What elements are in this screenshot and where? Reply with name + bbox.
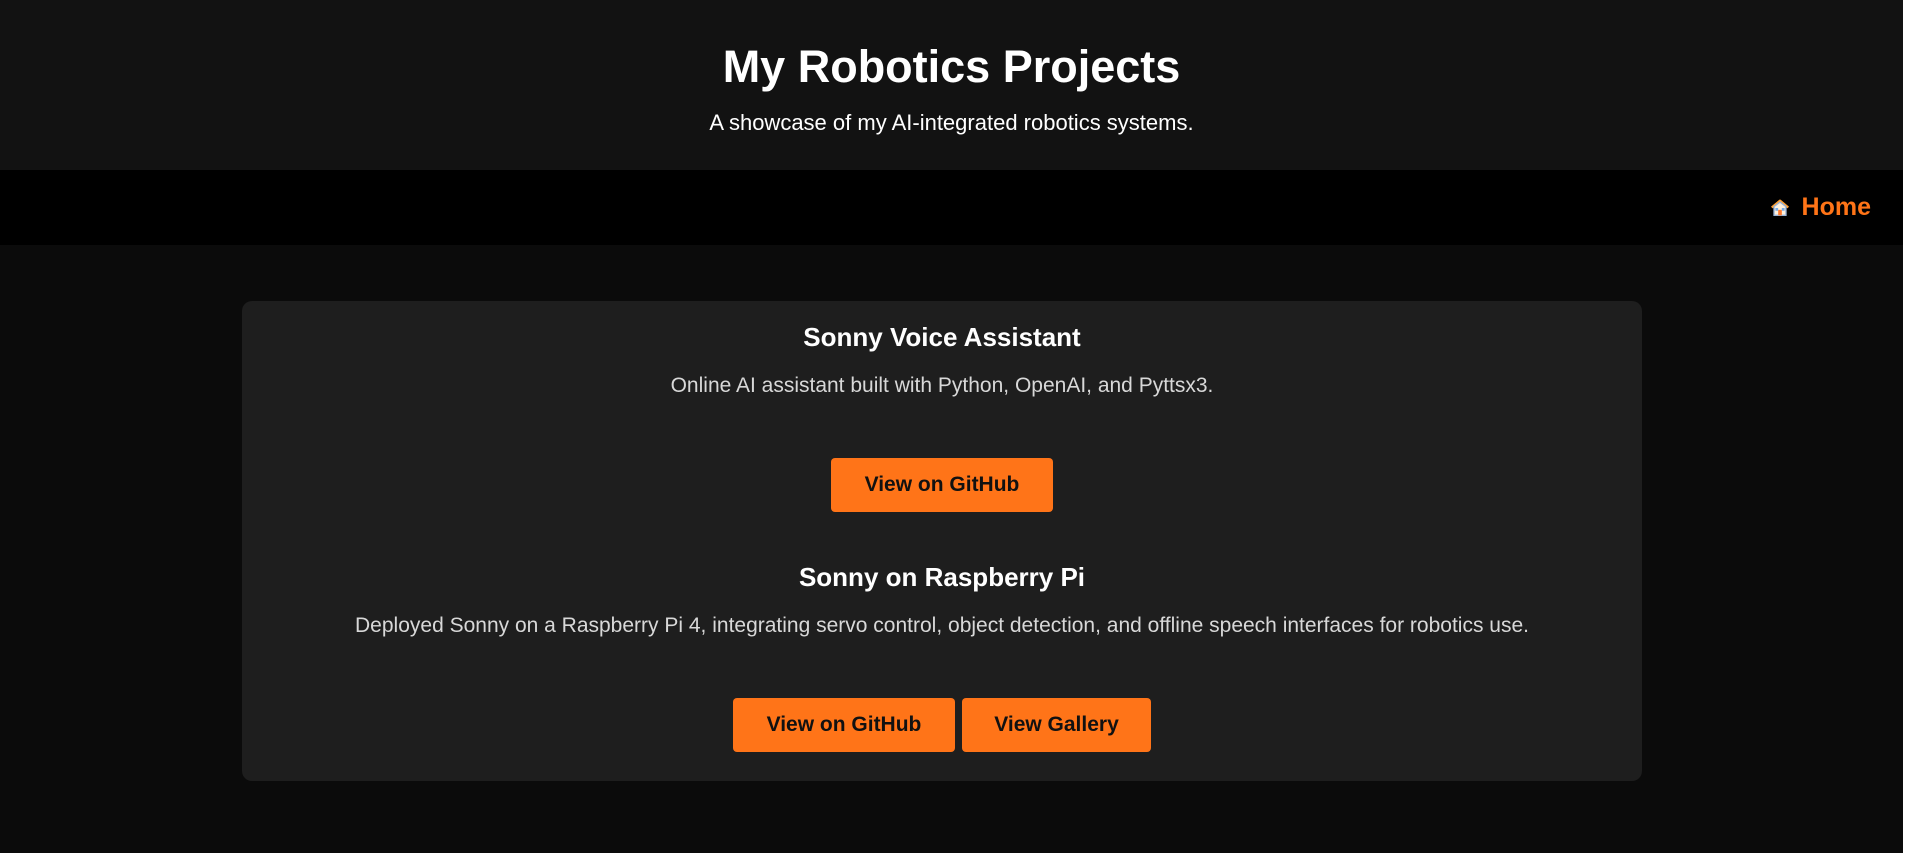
project-button-row: View on GitHub View Gallery xyxy=(242,698,1642,752)
page-subtitle: A showcase of my AI-integrated robotics … xyxy=(709,110,1194,135)
page-title: My Robotics Projects xyxy=(722,41,1181,92)
view-on-github-button[interactable]: View on GitHub xyxy=(733,698,955,752)
house-icon xyxy=(1768,196,1792,220)
robotics-projects-page: My Robotics Projects A showcase of my AI… xyxy=(0,0,1903,853)
project-card-sonny-voice-assistant: Sonny Voice Assistant Online AI assistan… xyxy=(242,321,1642,512)
view-on-github-button[interactable]: View on GitHub xyxy=(831,458,1053,512)
view-gallery-button[interactable]: View Gallery xyxy=(962,698,1151,752)
vertical-scrollbar[interactable] xyxy=(1903,0,1910,853)
project-title: Sonny on Raspberry Pi xyxy=(798,562,1086,592)
page-header: My Robotics Projects A showcase of my AI… xyxy=(0,0,1903,170)
home-link-label: Home xyxy=(1801,193,1871,221)
home-link[interactable]: Home xyxy=(1768,170,1871,245)
project-description: Deployed Sonny on a Raspberry Pi 4, inte… xyxy=(355,614,1529,637)
top-navigation: Home xyxy=(0,170,1903,245)
project-card-sonny-on-raspberry-pi: Sonny on Raspberry Pi Deployed Sonny on … xyxy=(242,561,1642,752)
projects-panel: Sonny Voice Assistant Online AI assistan… xyxy=(242,301,1642,781)
project-title: Sonny Voice Assistant xyxy=(803,322,1081,352)
project-button-row: View on GitHub xyxy=(242,458,1642,512)
project-description: Online AI assistant built with Python, O… xyxy=(670,374,1214,397)
